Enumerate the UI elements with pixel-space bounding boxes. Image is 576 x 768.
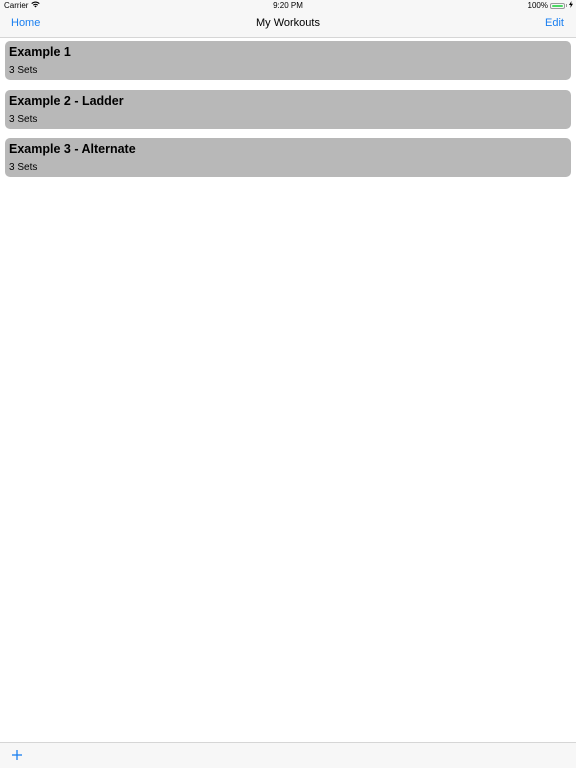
workout-title: Example 3 - Alternate [9,142,136,156]
status-right: 100% [528,1,573,10]
navigation-bar: Home My Workouts Edit [0,12,576,38]
workout-title: Example 1 [9,45,71,59]
workout-row[interactable]: Example 1 3 Sets [5,41,571,80]
battery-fill [552,4,563,7]
page-title: My Workouts [256,17,320,29]
status-bar: Carrier 9:20 PM 100% [0,0,576,12]
workout-sets: 3 Sets [9,162,38,173]
battery-tip [566,4,567,7]
battery-icon [550,2,565,9]
workout-row[interactable]: Example 3 - Alternate 3 Sets [5,138,571,177]
edit-button[interactable]: Edit [545,17,564,29]
workout-row[interactable]: Example 2 - Ladder 3 Sets [5,89,571,129]
screen: Carrier 9:20 PM 100% Home My Workouts Ed… [0,0,576,768]
plus-icon [9,750,25,768]
workout-sets: 3 Sets [9,65,38,76]
bottom-toolbar [0,742,576,768]
workout-list: Example 1 3 Sets Example 2 - Ladder 3 Se… [5,41,571,187]
battery-percent: 100% [527,1,548,10]
workout-sets: 3 Sets [9,113,38,125]
add-workout-button[interactable] [9,746,25,764]
workout-title: Example 2 - Ladder [9,93,124,108]
charging-icon [569,1,573,10]
status-time: 9:20 PM [273,1,303,10]
